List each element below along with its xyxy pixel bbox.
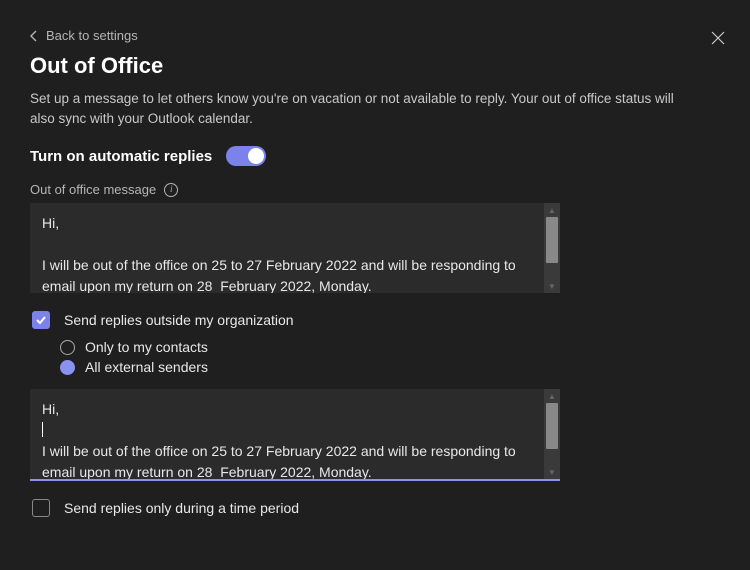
close-button[interactable] (708, 28, 728, 48)
internal-message-box: Hi, I will be out of the office on 25 to… (30, 203, 560, 293)
external-replies-checkbox[interactable] (32, 311, 50, 329)
scroll-up-icon[interactable]: ▲ (544, 389, 560, 403)
close-icon (711, 31, 725, 45)
scroll-track[interactable] (544, 403, 560, 465)
radio-only-contacts-label: Only to my contacts (85, 339, 208, 355)
message-field-label: Out of office message (30, 182, 156, 197)
radio-icon (60, 340, 75, 355)
scrollbar[interactable]: ▲ ▼ (544, 389, 560, 479)
auto-replies-toggle-label: Turn on automatic replies (30, 148, 212, 165)
page-title: Out of Office (30, 53, 720, 79)
external-message-textarea[interactable]: Hi, I will be out of the office on 25 to… (30, 389, 544, 479)
external-message-box: Hi, I will be out of the office on 25 to… (30, 389, 560, 481)
scroll-track[interactable] (544, 217, 560, 279)
time-period-label: Send replies only during a time period (64, 500, 299, 516)
external-replies-label: Send replies outside my organization (64, 312, 294, 328)
radio-icon (60, 360, 75, 375)
radio-all-external-label: All external senders (85, 359, 208, 375)
scroll-thumb[interactable] (546, 403, 558, 449)
page-description: Set up a message to let others know you'… (30, 89, 690, 128)
chevron-left-icon (30, 30, 38, 42)
radio-only-contacts[interactable]: Only to my contacts (60, 339, 720, 355)
back-link[interactable]: Back to settings (30, 28, 138, 43)
toggle-knob (248, 148, 264, 164)
scroll-up-icon[interactable]: ▲ (544, 203, 560, 217)
back-link-label: Back to settings (46, 28, 138, 43)
time-period-checkbox[interactable] (32, 499, 50, 517)
out-of-office-dialog: Back to settings Out of Office Set up a … (0, 0, 750, 570)
check-icon (35, 314, 47, 326)
external-scope-radio-group: Only to my contacts All external senders (60, 339, 720, 375)
internal-message-textarea[interactable]: Hi, I will be out of the office on 25 to… (30, 203, 544, 293)
scrollbar[interactable]: ▲ ▼ (544, 203, 560, 293)
info-icon[interactable]: i (164, 183, 178, 197)
radio-all-external[interactable]: All external senders (60, 359, 720, 375)
scroll-down-icon[interactable]: ▼ (544, 279, 560, 293)
scroll-down-icon[interactable]: ▼ (544, 465, 560, 479)
auto-replies-toggle[interactable] (226, 146, 266, 166)
scroll-thumb[interactable] (546, 217, 558, 263)
